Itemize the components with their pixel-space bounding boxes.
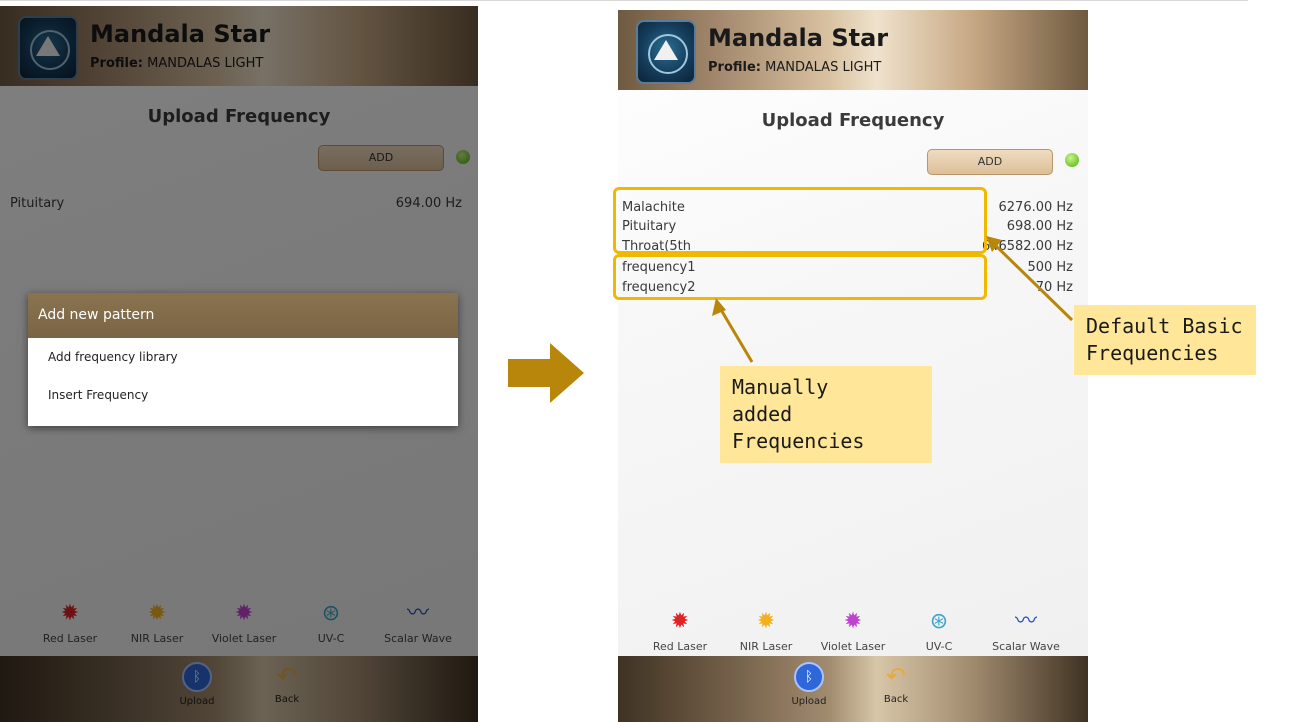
default-frequencies-callout: Default Basic Frequencies <box>1074 305 1256 375</box>
frequency-value: 70 Hz <box>1035 280 1073 295</box>
top-divider <box>0 0 1248 1</box>
mode-nir-laser[interactable]: ✹ NIR Laser <box>721 609 811 654</box>
page-title: Upload Frequency <box>761 110 945 131</box>
profile-label: Profile: <box>708 60 761 75</box>
add-frequency-library-option[interactable]: Add frequency library <box>28 338 458 376</box>
uvc-icon: ⊛ <box>929 609 949 634</box>
callout-line: Frequencies <box>1086 341 1219 365</box>
mode-red-laser[interactable]: ✹ Red Laser <box>635 609 725 654</box>
nir-laser-icon: ✹ <box>756 609 776 634</box>
upload-button[interactable]: ᛒ Upload <box>779 662 839 707</box>
scalar-wave-icon: 〰 <box>1014 609 1037 634</box>
violet-laser-icon: ✹ <box>843 609 863 634</box>
phone-screen-left: Mandala Star Profile: MANDALAS LIGHT Upl… <box>0 6 478 722</box>
transition-arrow-icon <box>508 343 584 403</box>
frequency-value: 698.00 Hz <box>1006 219 1073 234</box>
mode-label: Scalar Wave <box>992 640 1060 653</box>
mode-label: Violet Laser <box>820 640 886 653</box>
frequency-value: 500 Hz <box>1027 260 1073 275</box>
callout-line: Manually <box>732 375 829 399</box>
profile-line: Profile: MANDALAS LIGHT <box>708 60 881 75</box>
insert-frequency-option[interactable]: Insert Frequency <box>28 376 458 414</box>
footer-bar: ᛒ Upload ↶ Back <box>618 656 1088 722</box>
add-pattern-dialog: Add new pattern Add frequency library In… <box>28 293 458 426</box>
default-frequencies-highlight <box>613 187 987 254</box>
dialog-title: Add new pattern <box>28 293 458 338</box>
manual-frequencies-highlight <box>613 254 987 300</box>
frequency-value: 6276.00 Hz <box>998 200 1074 215</box>
mode-label: Red Laser <box>652 640 708 653</box>
mode-label: NIR Laser <box>739 640 793 653</box>
back-arrow-icon: ↶ <box>885 662 907 690</box>
back-label: Back <box>883 694 909 705</box>
upload-label: Upload <box>791 696 827 707</box>
back-button[interactable]: ↶ Back <box>866 662 926 705</box>
mode-violet-laser[interactable]: ✹ Violet Laser <box>808 609 898 654</box>
callout-line: added <box>732 402 793 426</box>
app-logo <box>636 20 696 84</box>
mode-uvc[interactable]: ⊛ UV-C <box>894 609 984 654</box>
profile-name: MANDALAS LIGHT <box>765 60 882 75</box>
mode-scalar-wave[interactable]: 〰 Scalar Wave <box>981 609 1071 654</box>
manual-frequencies-callout: Manually added Frequencies <box>720 366 932 463</box>
red-laser-icon: ✹ <box>670 609 690 634</box>
mode-label: UV-C <box>925 640 953 653</box>
bluetooth-icon: ᛒ <box>794 662 824 692</box>
callout-line: Frequencies <box>732 429 865 453</box>
callout-line: Default Basic <box>1086 314 1243 338</box>
app-title: Mandala Star <box>708 24 889 52</box>
status-indicator <box>1065 153 1079 167</box>
app-header: Mandala Star Profile: MANDALAS LIGHT <box>618 10 1088 90</box>
frequency-value: 646582.00 Hz <box>981 239 1073 254</box>
add-button[interactable]: ADD <box>927 149 1053 175</box>
